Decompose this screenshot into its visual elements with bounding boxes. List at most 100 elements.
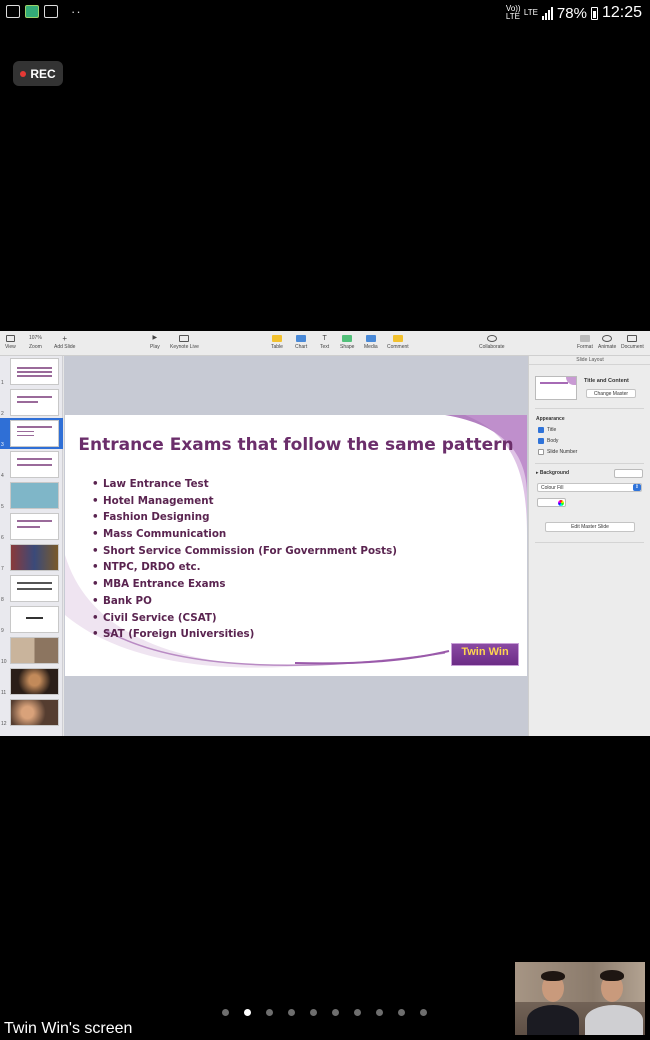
document-button[interactable]: Document	[621, 335, 644, 350]
add-slide-button[interactable]: + Add Slide	[54, 335, 75, 351]
video-background	[515, 962, 645, 1002]
slide-thumbnail[interactable]: 5	[0, 480, 63, 511]
recording-badge[interactable]: REC	[13, 61, 63, 86]
thumbnail-image	[10, 513, 59, 540]
appearance-heading: Appearance	[536, 416, 565, 422]
clock: 12:25	[601, 4, 642, 21]
slide-number-checkbox[interactable]: Slide Number	[538, 449, 577, 455]
body-checkbox[interactable]: Body	[538, 438, 558, 444]
chart-icon	[296, 335, 307, 342]
page-dot[interactable]	[222, 1009, 229, 1016]
zoom-button[interactable]: 107% Zoom	[29, 335, 42, 350]
page-dot[interactable]	[420, 1009, 427, 1016]
thumbnail-image	[10, 637, 59, 664]
keynote-live-button[interactable]: Keynote Live	[170, 335, 199, 350]
page-dot[interactable]	[398, 1009, 405, 1016]
slide-thumbnail[interactable]: 11	[0, 666, 63, 697]
thumbnail-image	[10, 389, 59, 416]
checkbox-checked-icon	[538, 438, 544, 444]
chart-button[interactable]: Chart	[295, 335, 307, 350]
thumbnail-image	[10, 606, 59, 633]
volte-indicator: Vo)) LTE	[505, 4, 521, 21]
slide-thumbnail[interactable]: 8	[0, 573, 63, 604]
thumbnail-image	[10, 699, 59, 726]
keynote-live-icon	[179, 335, 190, 342]
bullet-item: Bank PO	[92, 593, 397, 610]
slide-thumbnail[interactable]: 9	[0, 604, 63, 635]
thumbnail-image	[10, 358, 59, 385]
thumbnail-image	[10, 668, 59, 695]
signal-icon	[541, 6, 553, 20]
tab-slide-layout[interactable]: Slide Layout	[529, 356, 650, 365]
divider	[535, 463, 644, 464]
play-button[interactable]: ▶ Play	[150, 335, 160, 350]
slide-title[interactable]: Entrance Exams that follow the same patt…	[65, 435, 527, 455]
zoom-value: 107%	[29, 335, 42, 341]
page-dot[interactable]	[266, 1009, 273, 1016]
twin-win-logo: Twin Win	[451, 643, 519, 666]
media-icon	[365, 335, 376, 342]
divider	[535, 542, 644, 543]
slide-thumbnail[interactable]: 10	[0, 635, 63, 666]
layout-thumbnail[interactable]	[535, 376, 577, 400]
page-dot[interactable]	[376, 1009, 383, 1016]
participant-video-tile[interactable]	[515, 962, 645, 1035]
text-icon: T	[322, 335, 327, 342]
slide-bullet-list[interactable]: Law Entrance Test Hotel Management Fashi…	[92, 476, 397, 643]
background-heading: ▸ Background	[536, 470, 570, 476]
slide-thumbnail[interactable]: 12	[0, 697, 63, 728]
slide-thumbnail[interactable]: 4	[0, 449, 63, 480]
page-dot[interactable]	[354, 1009, 361, 1016]
media-button[interactable]: Media	[364, 335, 378, 350]
participant-right-avatar	[585, 1005, 643, 1035]
comment-button[interactable]: Comment	[387, 335, 409, 350]
title-checkbox[interactable]: Title	[538, 427, 556, 433]
layout-name: Title and Content	[584, 378, 629, 384]
slide-thumbnail[interactable]: 1	[0, 356, 63, 387]
table-button[interactable]: Table	[271, 335, 283, 350]
text-button[interactable]: T Text	[320, 335, 329, 350]
edit-master-slide-button[interactable]: Edit Master Slide	[545, 522, 635, 532]
animate-button[interactable]: Animate	[598, 335, 616, 350]
shape-button[interactable]: Shape	[340, 335, 354, 350]
bullet-item: Short Service Commission (For Government…	[92, 543, 397, 560]
lte-indicator: LTE	[523, 8, 538, 17]
page-dot-active[interactable]	[244, 1009, 251, 1016]
page-dot[interactable]	[288, 1009, 295, 1016]
bullet-item: NTPC, DRDO etc.	[92, 559, 397, 576]
table-icon	[271, 335, 282, 342]
thumbnail-image	[10, 575, 59, 602]
checkbox-checked-icon	[538, 427, 544, 433]
slide-thumbnail-selected[interactable]: 3	[0, 418, 63, 449]
thumbnail-image	[10, 451, 59, 478]
bullet-item: Civil Service (CSAT)	[92, 610, 397, 627]
divider	[535, 408, 644, 409]
screen-share-label: Twin Win's screen	[4, 1020, 133, 1037]
change-master-button[interactable]: Change Master	[586, 389, 636, 398]
screen-share-view: { "status_bar": { "dots": "··", "volte":…	[0, 0, 650, 1040]
bullet-item: Fashion Designing	[92, 509, 397, 526]
slide-thumbnail[interactable]: 7	[0, 542, 63, 573]
fill-type-select[interactable]: Colour Fill ⇕	[537, 483, 642, 492]
slide-canvas[interactable]: Entrance Exams that follow the same patt…	[64, 356, 528, 736]
view-button[interactable]: View	[5, 335, 16, 350]
slide-thumbnail[interactable]: 2	[0, 387, 63, 418]
collaborate-icon	[486, 335, 497, 342]
current-slide[interactable]: Entrance Exams that follow the same patt…	[65, 415, 527, 676]
slide-thumbnail[interactable]: 6	[0, 511, 63, 542]
format-button[interactable]: Format	[577, 335, 593, 350]
battery-percent: 78%	[556, 4, 587, 22]
fill-color-well[interactable]	[537, 498, 566, 507]
participant-left-hair	[541, 971, 565, 981]
page-dot[interactable]	[310, 1009, 317, 1016]
participant-left-avatar	[527, 1005, 579, 1035]
recording-label: REC	[30, 66, 56, 81]
more-notifications-icon: ··	[71, 4, 82, 19]
record-dot-icon	[20, 70, 27, 77]
battery-icon	[590, 6, 598, 20]
thumbnail-image	[10, 482, 59, 509]
collaborate-button[interactable]: Collaborate	[479, 335, 505, 350]
background-color-swatch[interactable]	[614, 469, 643, 478]
page-dot[interactable]	[332, 1009, 339, 1016]
participant-right-hair	[600, 970, 624, 981]
